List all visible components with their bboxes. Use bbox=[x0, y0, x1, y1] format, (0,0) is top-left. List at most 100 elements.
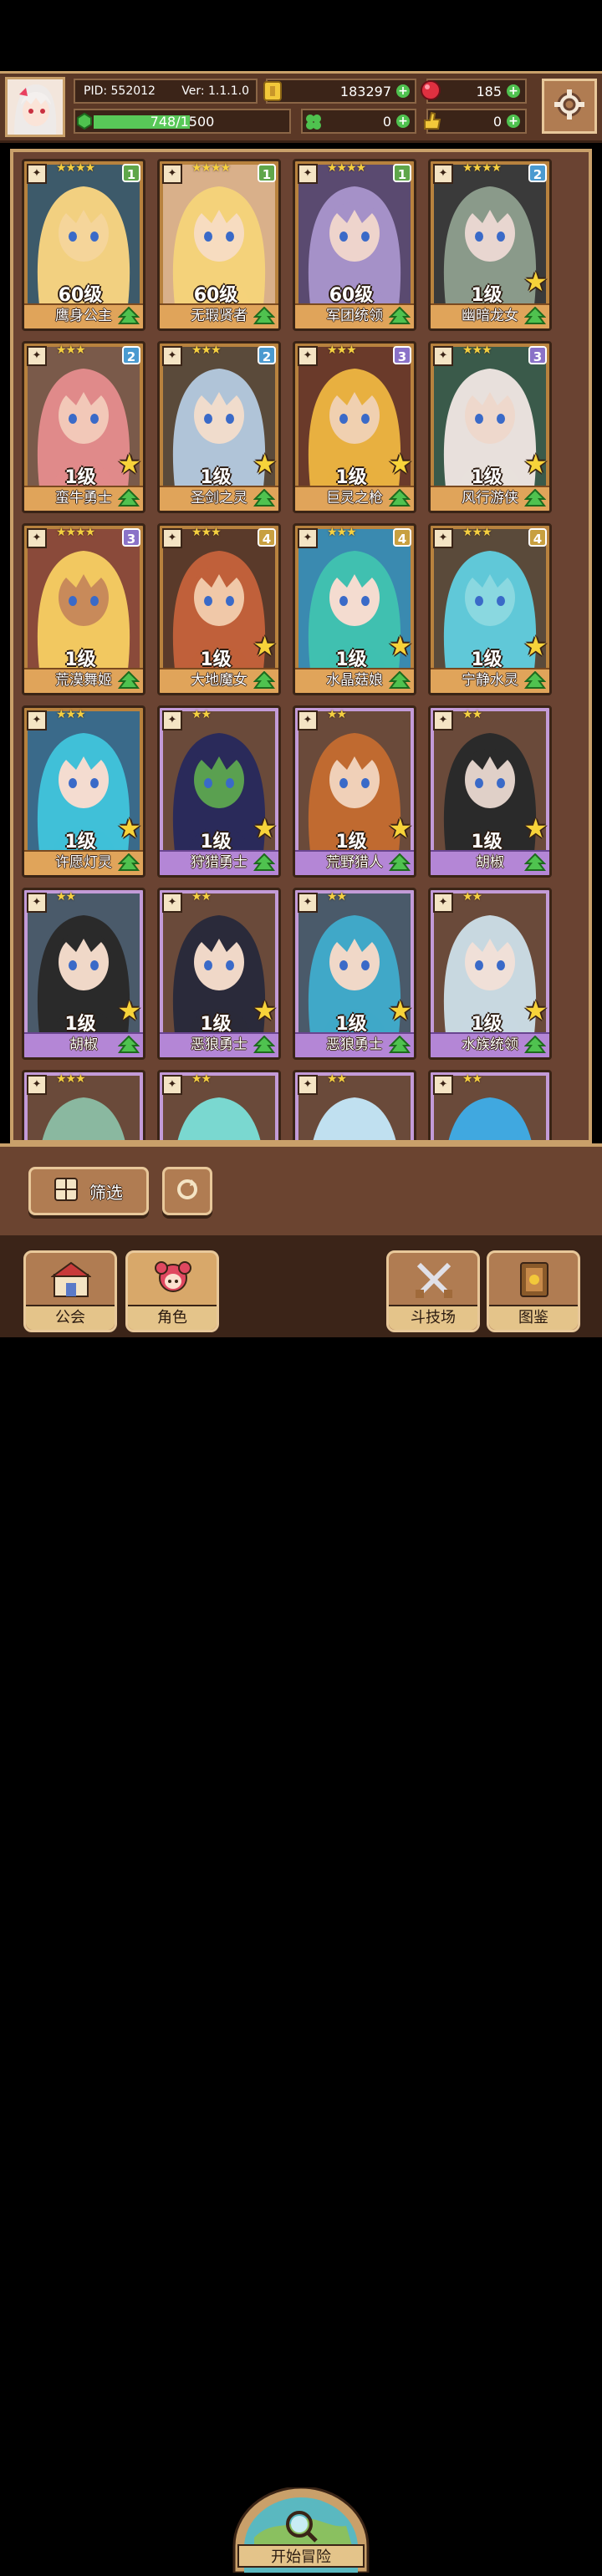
character-card[interactable]: ✦ ★★ bbox=[293, 1070, 416, 1140]
refresh-button[interactable] bbox=[162, 1167, 212, 1215]
level-up-arrow-icon[interactable] bbox=[388, 853, 411, 873]
thumbs-value: 0 bbox=[492, 113, 502, 130]
level-up-arrow-icon[interactable] bbox=[388, 1035, 411, 1056]
character-card[interactable]: ✦ ★★★ 4 1级 ★ 宁静水灵 bbox=[428, 523, 552, 695]
star-upgrade-icon[interactable]: ★ bbox=[523, 997, 548, 1024]
level-up-arrow-icon[interactable] bbox=[253, 670, 276, 691]
add-thumbs-button[interactable]: + bbox=[507, 115, 520, 128]
gear-icon bbox=[553, 88, 586, 125]
star-upgrade-icon[interactable]: ★ bbox=[117, 815, 141, 842]
character-card[interactable]: ✦ ★★★ 3 1级 ★ 风行游侠 bbox=[428, 341, 552, 513]
level-up-arrow-icon[interactable] bbox=[523, 488, 547, 509]
level-up-arrow-icon[interactable] bbox=[117, 488, 140, 509]
character-card[interactable]: ✦ ★★★ 2 1级 ★ 蛮牛勇士 bbox=[22, 341, 145, 513]
character-card[interactable]: ✦ ★★★★ 1 60级 军团统领 bbox=[293, 159, 416, 331]
star-upgrade-icon[interactable]: ★ bbox=[523, 633, 548, 659]
rarity-stars: ★★★ bbox=[327, 526, 357, 539]
character-card[interactable]: ✦ ★★ 1级 ★ 恶狼勇士 bbox=[157, 888, 281, 1060]
nav-guild-label: 公会 bbox=[26, 1305, 115, 1330]
class-icon: ✦ bbox=[298, 528, 318, 548]
level-up-arrow-icon[interactable] bbox=[117, 670, 140, 691]
character-card[interactable]: ✦ ★★★ 4 1级 ★ 水晶菇娘 bbox=[293, 523, 416, 695]
character-card[interactable]: ✦ ★★ 1级 ★ 狩猎勇士 bbox=[157, 705, 281, 878]
nav-arena[interactable]: 斗技场 bbox=[386, 1250, 480, 1332]
star-upgrade-icon[interactable]: ★ bbox=[253, 633, 277, 659]
character-card[interactable]: ✦ ★★★ 1级 ★ 许愿灯灵 bbox=[22, 705, 145, 878]
level-up-arrow-icon[interactable] bbox=[523, 306, 547, 327]
star-upgrade-icon[interactable]: ★ bbox=[523, 451, 548, 477]
star-upgrade-icon[interactable]: ★ bbox=[253, 451, 277, 477]
add-gold-button[interactable]: + bbox=[396, 84, 410, 98]
level-up-arrow-icon[interactable] bbox=[253, 853, 276, 873]
class-icon: ✦ bbox=[433, 893, 453, 913]
character-card[interactable]: ✦ ★★ 1级 ★ 胡椒 bbox=[22, 888, 145, 1060]
star-upgrade-icon[interactable]: ★ bbox=[253, 997, 277, 1024]
level-up-arrow-icon[interactable] bbox=[253, 1035, 276, 1056]
grid-filter-icon bbox=[54, 1177, 78, 1205]
class-icon: ✦ bbox=[162, 893, 182, 913]
filter-label: 筛选 bbox=[89, 1182, 123, 1203]
level-up-arrow-icon[interactable] bbox=[523, 670, 547, 691]
star-upgrade-icon[interactable]: ★ bbox=[388, 997, 412, 1024]
character-card[interactable]: ✦ ★★ 1级 ★ 恶狼勇士 bbox=[293, 888, 416, 1060]
class-icon: ✦ bbox=[298, 164, 318, 184]
tier-badge: 4 bbox=[528, 528, 547, 547]
star-upgrade-icon[interactable]: ★ bbox=[523, 815, 548, 842]
character-card[interactable]: ✦ ★★ 1级 ★ 水族统领 bbox=[428, 888, 552, 1060]
nav-character-label: 角色 bbox=[128, 1305, 217, 1330]
add-clover-button[interactable]: + bbox=[396, 115, 410, 128]
class-icon: ✦ bbox=[27, 893, 47, 913]
star-upgrade-icon[interactable]: ★ bbox=[523, 268, 548, 295]
character-card[interactable]: ✦ ★★★ 4 1级 ★ 大地魔女 bbox=[157, 523, 281, 695]
tier-badge: 3 bbox=[528, 346, 547, 364]
nav-character[interactable]: 角色 bbox=[125, 1250, 219, 1332]
level-up-arrow-icon[interactable] bbox=[117, 306, 140, 327]
character-card[interactable]: ✦ ★★★ bbox=[22, 1070, 145, 1140]
star-upgrade-icon[interactable]: ★ bbox=[388, 815, 412, 842]
level-up-arrow-icon[interactable] bbox=[253, 306, 276, 327]
character-card[interactable]: ✦ ★★★★ 3 1级 荒漠舞姬 bbox=[22, 523, 145, 695]
level-up-arrow-icon[interactable] bbox=[253, 488, 276, 509]
level-up-arrow-icon[interactable] bbox=[388, 670, 411, 691]
star-upgrade-icon[interactable]: ★ bbox=[388, 451, 412, 477]
character-card[interactable]: ✦ ★★ bbox=[428, 1070, 552, 1140]
character-card[interactable]: ✦ ★★ 1级 ★ 胡椒 bbox=[428, 705, 552, 878]
star-upgrade-icon[interactable]: ★ bbox=[253, 815, 277, 842]
nav-start-adventure[interactable]: 开始冒险 bbox=[229, 2486, 373, 2574]
character-card[interactable]: ✦ ★★★ 3 1级 ★ 巨灵之枪 bbox=[293, 341, 416, 513]
character-card[interactable]: ✦ ★★ bbox=[157, 1070, 281, 1140]
class-icon: ✦ bbox=[162, 710, 182, 731]
level-up-arrow-icon[interactable] bbox=[117, 1035, 140, 1056]
refresh-icon bbox=[175, 1177, 200, 1206]
rarity-stars: ★★★★ bbox=[462, 161, 502, 175]
class-icon: ✦ bbox=[27, 528, 47, 548]
crossed-swords-icon bbox=[414, 1260, 454, 1300]
nav-codex[interactable]: 图鉴 bbox=[487, 1250, 580, 1332]
level-up-arrow-icon[interactable] bbox=[388, 488, 411, 509]
level-up-arrow-icon[interactable] bbox=[523, 1035, 547, 1056]
rarity-stars: ★★ bbox=[462, 1072, 482, 1086]
clover-icon bbox=[304, 113, 323, 135]
nav-guild[interactable]: 公会 bbox=[23, 1250, 117, 1332]
level-up-arrow-icon[interactable] bbox=[388, 306, 411, 327]
star-upgrade-icon[interactable]: ★ bbox=[117, 451, 141, 477]
character-card[interactable]: ✦ ★★★★ 2 1级 ★ 幽暗龙女 bbox=[428, 159, 552, 331]
level-up-arrow-icon[interactable] bbox=[523, 853, 547, 873]
rarity-stars: ★★★ bbox=[56, 344, 86, 357]
character-collection-panel: ✦ ★★★★ 1 60级 鹰身公主 ✦ ★★★★ 1 60级 无瑕贤者 ✦ ★★★★ 1 60级 军团统领 ✦… bbox=[10, 149, 592, 1143]
character-card[interactable]: ✦ ★★★ 2 1级 ★ 圣剑之灵 bbox=[157, 341, 281, 513]
character-card[interactable]: ✦ ★★★★ 1 60级 鹰身公主 bbox=[22, 159, 145, 331]
thumbs-counter: 0 + bbox=[424, 109, 527, 134]
rarity-stars: ★★ bbox=[191, 708, 212, 721]
level-up-arrow-icon[interactable] bbox=[117, 853, 140, 873]
character-card[interactable]: ✦ ★★ 1级 ★ 荒野猎人 bbox=[293, 705, 416, 878]
star-upgrade-icon[interactable]: ★ bbox=[388, 633, 412, 659]
star-upgrade-icon[interactable]: ★ bbox=[117, 997, 141, 1024]
filter-button[interactable]: 筛选 bbox=[28, 1167, 149, 1215]
tier-badge: 1 bbox=[393, 164, 411, 182]
player-avatar[interactable] bbox=[5, 77, 65, 137]
character-card[interactable]: ✦ ★★★★ 1 60级 无瑕贤者 bbox=[157, 159, 281, 331]
rarity-stars: ★★★★ bbox=[56, 161, 95, 175]
settings-button[interactable] bbox=[542, 79, 597, 134]
add-gem-button[interactable]: + bbox=[507, 84, 520, 98]
